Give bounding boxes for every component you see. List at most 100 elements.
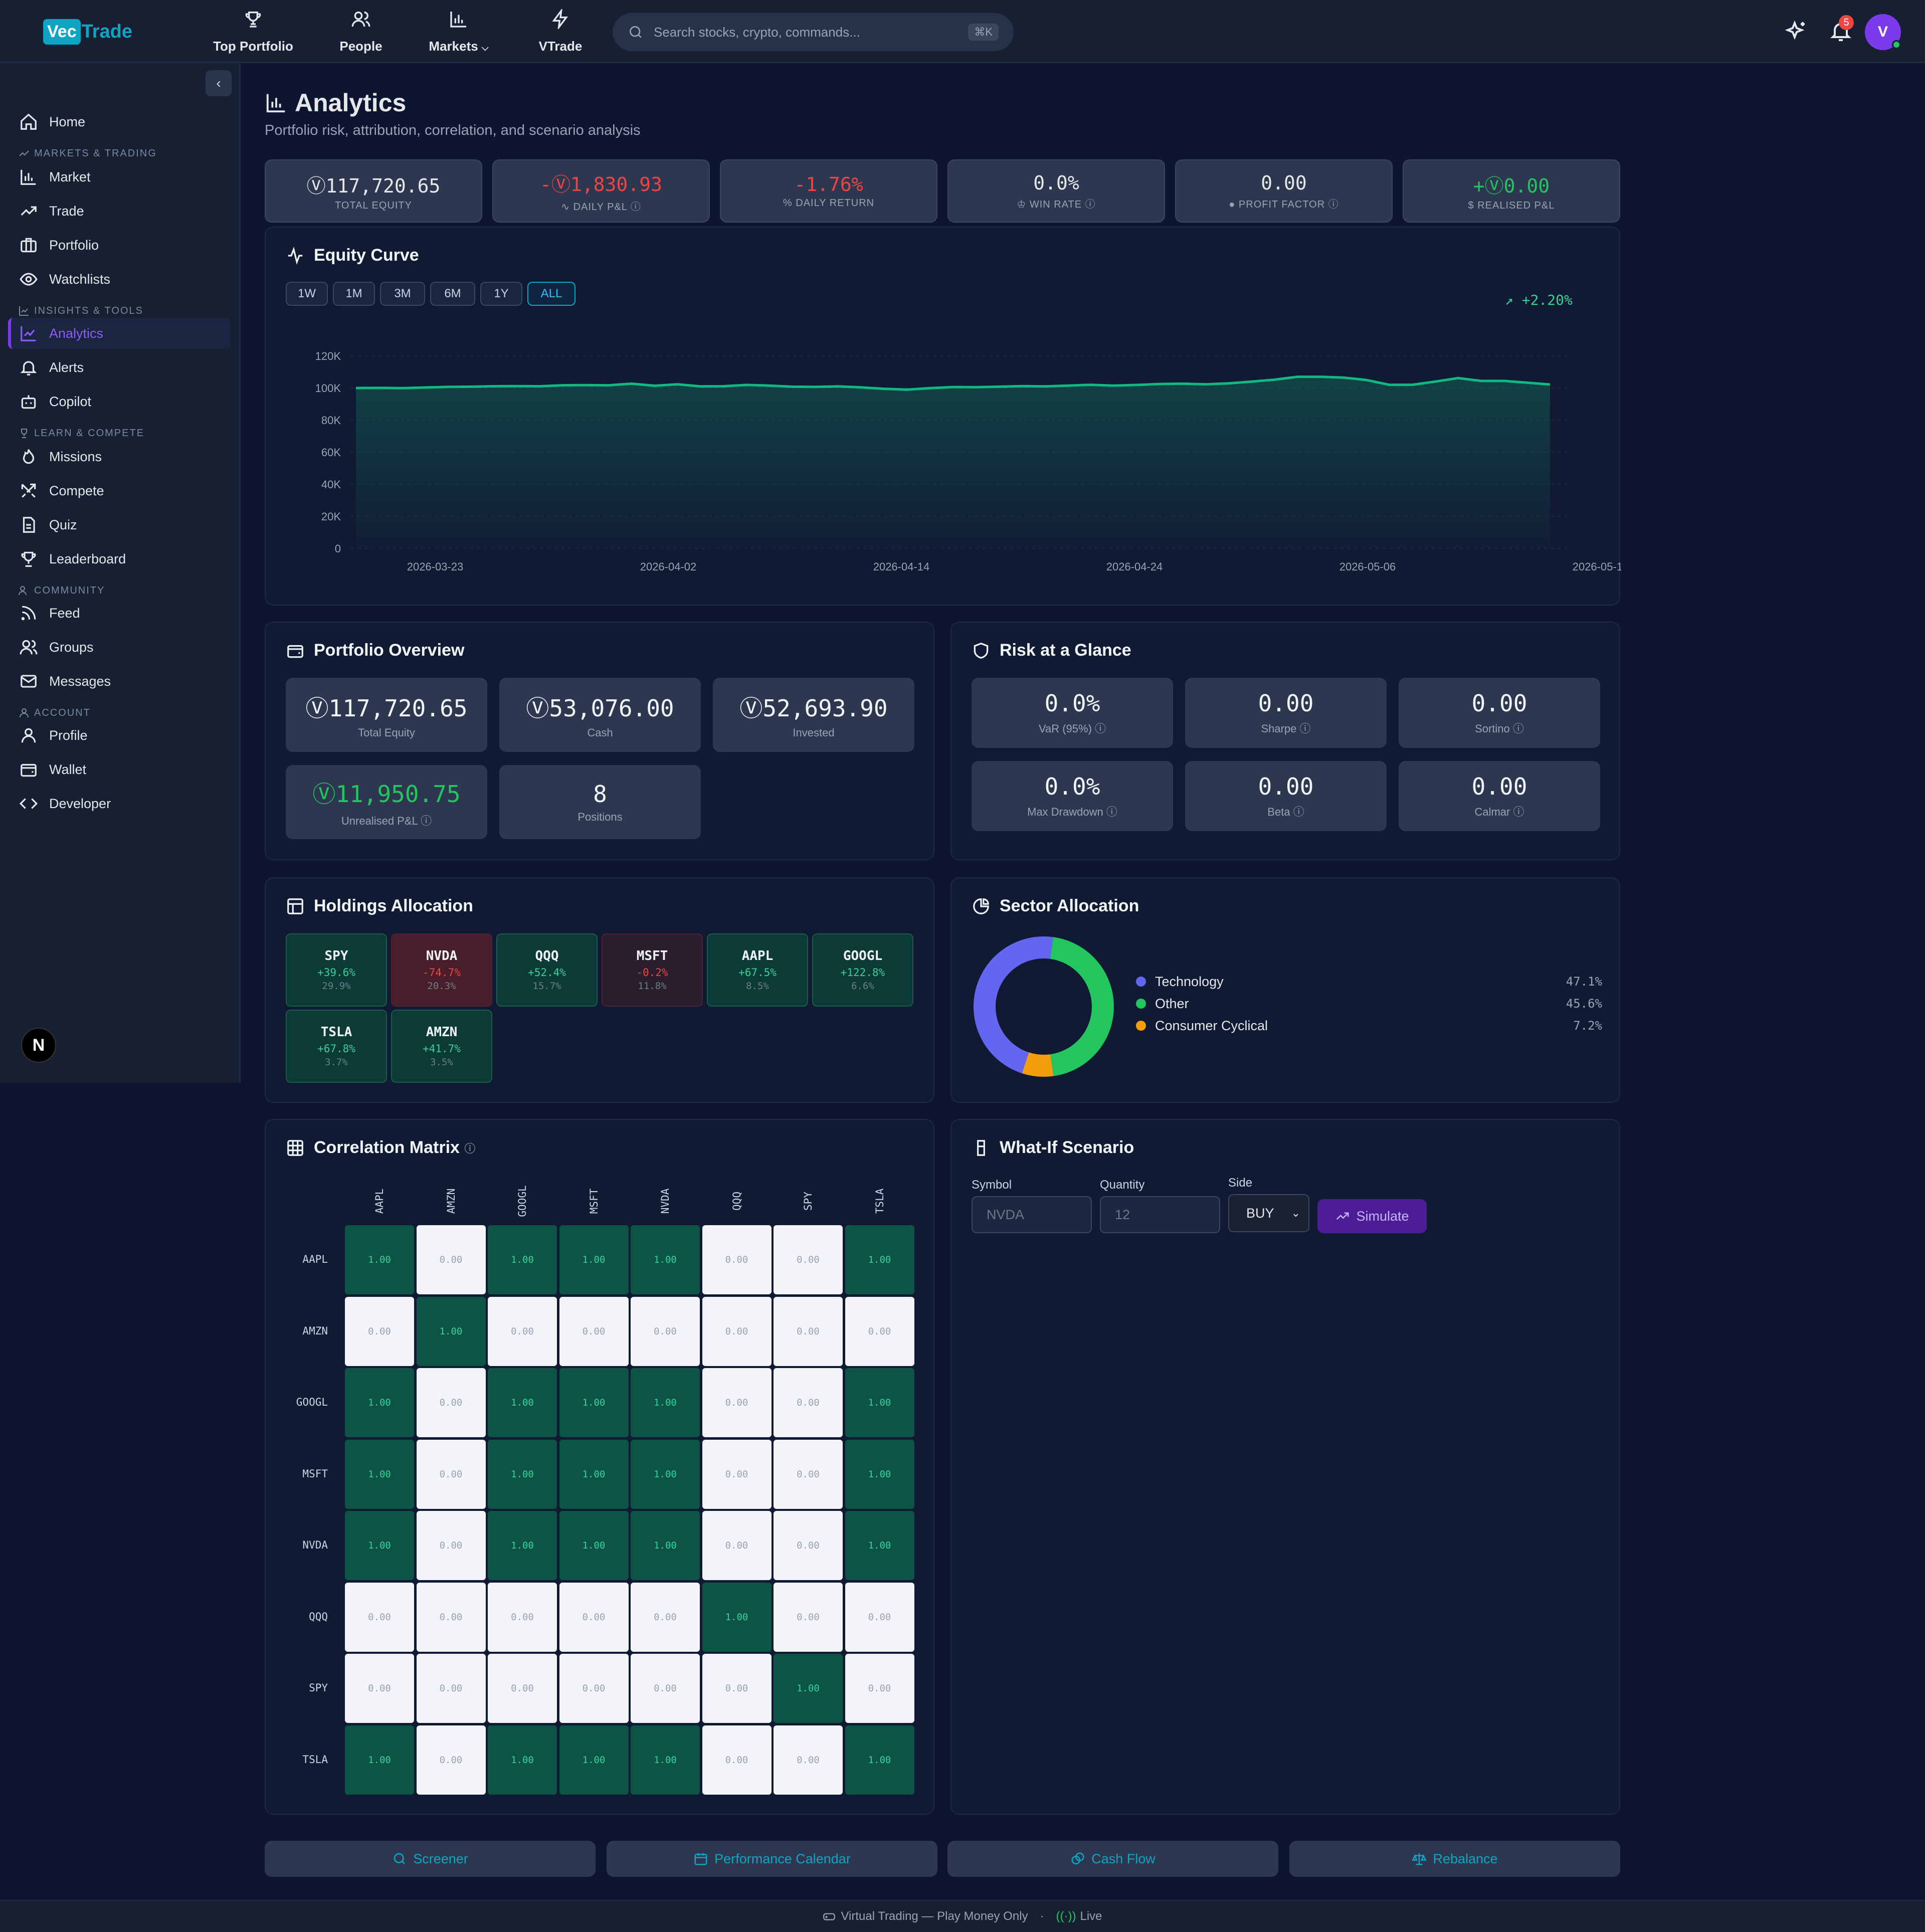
sidebar-item-market[interactable]: Market — [8, 161, 231, 192]
kpi-label: % DAILY RETURN — [783, 197, 875, 209]
holding-tile-qqq[interactable]: QQQ +52.4% 15.7% — [496, 933, 598, 1007]
screener-button[interactable]: Screener — [265, 1841, 596, 1877]
sparkle-ai-icon[interactable] — [1785, 19, 1809, 43]
users-icon — [20, 640, 38, 655]
rss-icon — [21, 606, 36, 621]
sidebar-label: Alerts — [49, 359, 84, 375]
performance-calendar-button[interactable]: Performance Calendar — [607, 1841, 937, 1877]
row-label: AMZN — [302, 1324, 328, 1337]
collapse-sidebar-button[interactable]: ‹ — [206, 70, 232, 96]
matrix-cell: 1.00 — [845, 1511, 914, 1580]
matrix-cell: 0.00 — [774, 1439, 843, 1509]
nav-markets[interactable]: Markets ⌵ — [424, 9, 494, 54]
nav-vtrade[interactable]: VTrade — [535, 9, 586, 54]
tile-value: 0.00 — [1258, 773, 1314, 800]
holding-weight: 11.8% — [638, 981, 667, 992]
sidebar-item-leaderboard[interactable]: Leaderboard — [8, 543, 231, 574]
risk-var: 0.0% VaR (95%) ⓘ — [972, 678, 1173, 748]
symbol-input[interactable]: NVDA — [972, 1196, 1092, 1233]
matrix-cell: 1.00 — [631, 1511, 700, 1580]
kpi-value: 0.00 — [1261, 171, 1307, 194]
donut-slice-consumer-cyclical[interactable] — [1022, 1052, 1054, 1077]
search-bar[interactable]: Search stocks, crypto, commands... ⌘K — [613, 13, 1014, 51]
sidebar-item-quiz[interactable]: Quiz — [8, 509, 231, 540]
holding-return: +122.8% — [840, 967, 885, 979]
sidebar-item-groups[interactable]: Groups — [8, 632, 231, 663]
risk-sharpe: 0.00 Sharpe ⓘ — [1185, 678, 1387, 748]
matrix-cell: 1.00 — [559, 1511, 629, 1580]
sidebar-item-alerts[interactable]: Alerts — [8, 352, 231, 383]
holding-tile-nvda[interactable]: NVDA -74.7% 20.3% — [391, 933, 492, 1007]
simulate-button[interactable]: Simulate — [1317, 1199, 1427, 1233]
side-select[interactable]: BUY ⌄ — [1228, 1194, 1309, 1232]
holding-tile-tsla[interactable]: TSLA +67.8% 3.7% — [286, 1010, 387, 1083]
rebalance-button[interactable]: Rebalance — [1289, 1841, 1620, 1877]
matrix-cell: 1.00 — [631, 1225, 700, 1294]
vectrade-logo[interactable]: Vec Trade — [43, 18, 132, 45]
matrix-cell: 0.00 — [416, 1225, 486, 1294]
holding-tile-aapl[interactable]: AAPL +67.5% 8.5% — [707, 933, 808, 1007]
sidebar-item-portfolio[interactable]: Portfolio — [8, 230, 231, 261]
tile-value: 0.00 — [1471, 773, 1527, 800]
info-icon: ⓘ — [421, 815, 432, 827]
sidebar-item-profile[interactable]: Profile — [8, 720, 231, 751]
holding-weight: 20.3% — [427, 981, 456, 992]
quantity-input[interactable]: 12 — [1100, 1196, 1220, 1233]
holding-weight: 29.9% — [322, 981, 351, 992]
search-input[interactable]: Search stocks, crypto, commands... — [654, 25, 968, 40]
n-logo-button[interactable]: N — [21, 1028, 56, 1063]
holding-tile-msft[interactable]: MSFT -0.2% 11.8% — [602, 933, 703, 1007]
matrix-cell: 0.00 — [559, 1654, 629, 1723]
sidebar-item-wallet[interactable]: Wallet — [8, 754, 231, 785]
tile-value: 0.00 — [1258, 690, 1314, 717]
sidebar-item-compete[interactable]: Compete — [8, 475, 231, 506]
x-tick-label: 2026-05-06 — [1339, 560, 1396, 573]
sidebar-item-analytics[interactable]: Analytics — [8, 318, 231, 349]
matrix-cell: 1.00 — [559, 1368, 629, 1437]
sidebar-item-feed[interactable]: Feed — [8, 598, 231, 629]
wallet-icon — [21, 763, 37, 777]
matrix-cell: 0.00 — [845, 1582, 914, 1652]
briefcase-icon — [21, 238, 37, 253]
overview-unrealised-pnl: Ⓥ11,950.75 Unrealised P&L ⓘ — [286, 765, 487, 839]
nav-top-portfolio[interactable]: Top Portfolio — [211, 9, 296, 54]
equity-area — [356, 376, 1550, 548]
footer: Virtual Trading — Play Money Only · ((·)… — [0, 1900, 1925, 1932]
y-tick-label: 40K — [321, 478, 341, 491]
nav-people[interactable]: People — [336, 9, 386, 54]
donut-slice-other[interactable] — [1050, 937, 1114, 1076]
sidebar-item-messages[interactable]: Messages — [8, 666, 231, 697]
donut-slice-technology[interactable] — [974, 936, 1053, 1074]
trending-up-icon — [1336, 1212, 1349, 1220]
sidebar-item-developer[interactable]: Developer — [8, 788, 231, 819]
tile-label: Max Drawdown ⓘ — [1027, 806, 1117, 818]
matrix-cell: 0.00 — [702, 1368, 772, 1437]
sidebar-item-copilot[interactable]: Copilot — [8, 386, 231, 417]
avatar[interactable]: V — [1865, 14, 1901, 50]
kpi-total-equity: Ⓥ117,720.65 TOTAL EQUITY — [265, 159, 482, 223]
sidebar-label: Developer — [49, 796, 111, 811]
holding-tile-spy[interactable]: SPY +39.6% 29.9% — [286, 933, 387, 1007]
section-header-account: ACCOUNT — [18, 707, 91, 719]
sidebar-item-home[interactable]: Home — [8, 106, 231, 137]
sidebar-item-missions[interactable]: Missions — [8, 441, 231, 472]
kpi-label: ∿ DAILY P&L ⓘ — [561, 202, 641, 213]
kpi-value: 0.0% — [1033, 171, 1079, 194]
sidebar-item-trade[interactable]: Trade — [8, 196, 231, 227]
users-icon — [351, 12, 370, 27]
bar-chart-icon — [21, 169, 36, 185]
sidebar-item-watchlists[interactable]: Watchlists — [8, 264, 231, 295]
legend-technology: Technology 47.1% — [1136, 972, 1602, 992]
matrix-cell: 1.00 — [845, 1225, 914, 1294]
matrix-cell: 0.00 — [702, 1439, 772, 1509]
holding-tile-googl[interactable]: GOOGL +122.8% 6.6% — [812, 933, 913, 1007]
info-icon: ⓘ — [1299, 722, 1311, 735]
matrix-cell: 1.00 — [559, 1439, 629, 1509]
tile-label: Invested — [793, 726, 835, 739]
tile-value: 0.0% — [1044, 690, 1100, 717]
matrix-cell: 0.00 — [774, 1368, 843, 1437]
holding-tile-amzn[interactable]: AMZN +41.7% 3.5% — [391, 1010, 492, 1083]
cash-flow-button[interactable]: Cash Flow — [947, 1841, 1278, 1877]
risk-title: Risk at a Glance — [972, 641, 1131, 660]
row-label: SPY — [309, 1682, 328, 1694]
